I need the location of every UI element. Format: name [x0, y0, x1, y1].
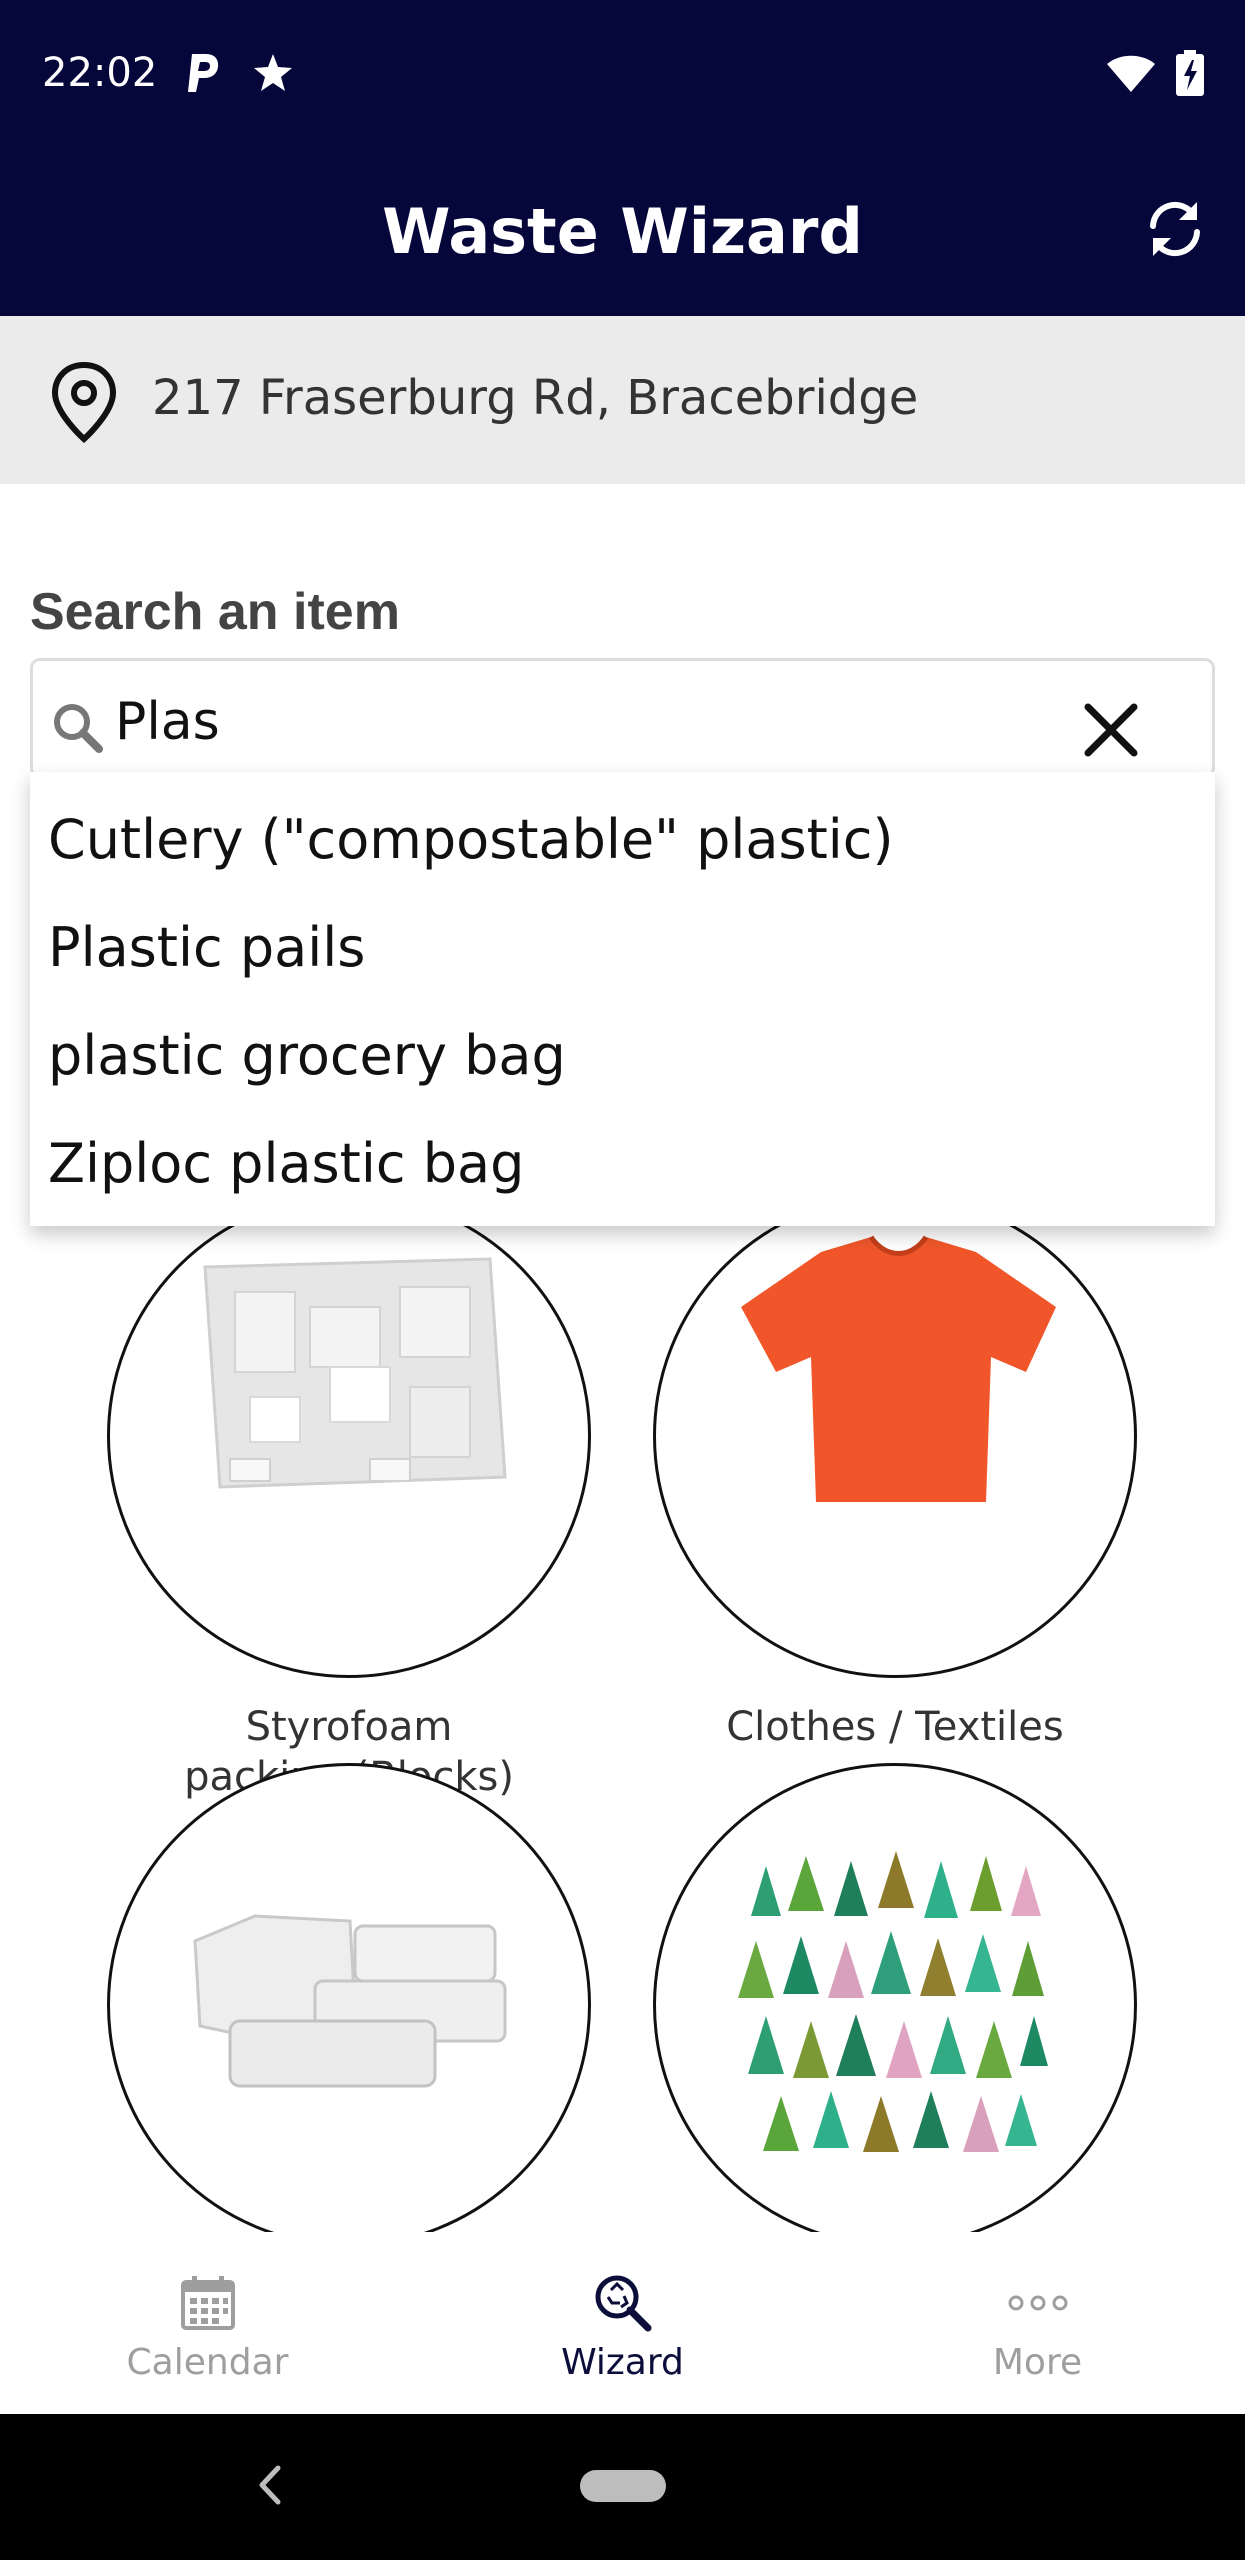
- category-image-styrofoam: [107, 1200, 591, 1678]
- address-text: 217 Fraserburg Rd, Bracebridge: [152, 370, 919, 426]
- parking-icon: [188, 54, 219, 92]
- suggestion-item[interactable]: Plastic pails: [30, 894, 1215, 1002]
- location-pin-icon: [51, 361, 117, 443]
- location-bar[interactable]: 217 Fraserburg Rd, Bracebridge: [0, 316, 1245, 484]
- star-icon: [254, 54, 292, 91]
- suggestion-item[interactable]: Ziploc plastic bag: [30, 1110, 1215, 1218]
- bottom-nav: Calendar Wizard More: [0, 2232, 1245, 2414]
- search-icon: [54, 704, 103, 753]
- search-input[interactable]: [115, 687, 1015, 757]
- nav-item-wizard[interactable]: Wizard: [415, 2232, 830, 2414]
- clear-search-button[interactable]: [1078, 697, 1144, 763]
- nav-label: More: [992, 2342, 1083, 2383]
- app-header: 22:02 Waste Wizard: [0, 0, 1245, 316]
- category-styrofoam[interactable]: Styrofoam packing (Blocks): [107, 1200, 591, 1802]
- search-label: Search an item: [30, 583, 400, 641]
- category-image-wrapping-paper: [653, 1763, 1137, 2232]
- category-label: Clothes / Textiles: [726, 1704, 1064, 1750]
- wizard-search-icon: [595, 2275, 652, 2332]
- suggestions-dropdown: Cutlery ("compostable" plastic) Plastic …: [30, 772, 1215, 1226]
- system-nav-bar: [0, 2414, 1245, 2560]
- category-wrapping-paper[interactable]: [653, 1763, 1137, 2232]
- refresh-icon[interactable]: [1142, 196, 1208, 262]
- category-clothes-textiles[interactable]: Clothes / Textiles: [653, 1200, 1137, 1752]
- status-time: 22:02: [42, 50, 158, 96]
- status-bar: 22:02: [0, 0, 1245, 150]
- page-title: Waste Wizard: [382, 195, 863, 268]
- nav-item-more[interactable]: More: [830, 2232, 1245, 2414]
- nav-label: Wizard: [561, 2342, 684, 2383]
- more-dots-icon: [1008, 2295, 1068, 2311]
- category-grid: Styrofoam packing (Blocks) Clothes / Tex…: [0, 1200, 1245, 2232]
- nav-item-calendar[interactable]: Calendar: [0, 2232, 415, 2414]
- category-plastic-containers[interactable]: [107, 1763, 591, 2232]
- calendar-icon: [181, 2276, 235, 2330]
- suggestion-item[interactable]: plastic grocery bag: [30, 1002, 1215, 1110]
- wifi-icon: [1107, 55, 1155, 92]
- category-image-tshirt: [653, 1200, 1137, 1678]
- home-button[interactable]: [580, 2470, 666, 2502]
- suggestion-item[interactable]: Cutlery ("compostable" plastic): [30, 786, 1215, 894]
- back-icon[interactable]: [250, 2460, 290, 2510]
- category-image-plastic-containers: [107, 1763, 591, 2232]
- search-box[interactable]: [30, 658, 1215, 778]
- battery-charging-icon: [1176, 50, 1204, 96]
- nav-label: Calendar: [126, 2342, 289, 2383]
